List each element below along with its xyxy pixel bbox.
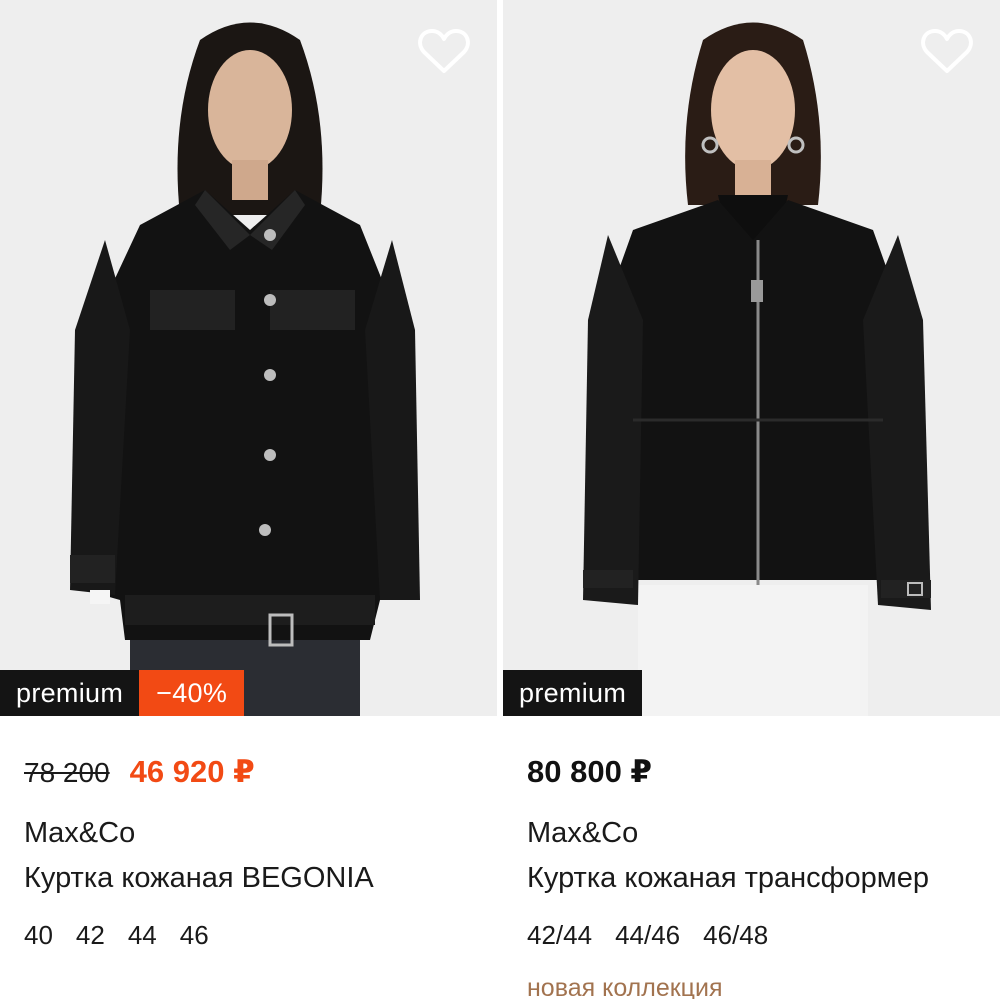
product-grid: premium −40% 78 200 46 920 ₽ Max&Co Курт…	[0, 0, 1000, 999]
size-list: 40 42 44 46	[24, 920, 232, 951]
size-option: 40	[24, 920, 53, 950]
product-brand[interactable]: Max&Co	[24, 817, 135, 850]
product-card[interactable]: premium 80 800 ₽ Max&Co Куртка кожаная т…	[503, 0, 1000, 999]
price: 80 800 ₽	[527, 754, 652, 789]
old-price: 78 200	[24, 757, 110, 788]
size-list: 42/44 44/46 46/48	[527, 920, 791, 951]
size-option: 46/48	[703, 920, 769, 950]
size-option: 44	[127, 920, 157, 950]
product-image[interactable]: premium	[503, 0, 1000, 716]
badges: premium	[503, 670, 643, 716]
favorite-button[interactable]	[417, 27, 471, 75]
badges: premium −40%	[0, 670, 245, 716]
product-title[interactable]: Куртка кожаная BEGONIA	[24, 862, 497, 895]
product-brand[interactable]: Max&Co	[527, 817, 638, 850]
product-photo	[583, 22, 931, 716]
new-collection-tag: новая коллекция	[527, 974, 723, 999]
product-card[interactable]: premium −40% 78 200 46 920 ₽ Max&Co Курт…	[0, 0, 497, 999]
size-option: 46	[179, 920, 209, 950]
product-photo	[70, 22, 420, 716]
price-row: 78 200 46 920 ₽	[24, 754, 255, 790]
premium-badge: premium	[503, 670, 643, 716]
size-option: 42/44	[527, 920, 593, 950]
price-row: 80 800 ₽	[527, 754, 652, 790]
favorite-button[interactable]	[920, 27, 974, 75]
discount-badge: −40%	[139, 670, 245, 716]
product-title[interactable]: Куртка кожаная трансформер	[527, 862, 1000, 895]
product-image[interactable]: premium −40%	[0, 0, 497, 716]
title-fade	[437, 862, 497, 902]
heart-icon	[418, 29, 470, 73]
title-fade	[940, 862, 1000, 902]
premium-badge: premium	[0, 670, 140, 716]
size-option: 44/46	[615, 920, 681, 950]
sale-price: 46 920 ₽	[129, 754, 255, 789]
heart-icon	[921, 29, 973, 73]
size-option: 42	[75, 920, 105, 950]
